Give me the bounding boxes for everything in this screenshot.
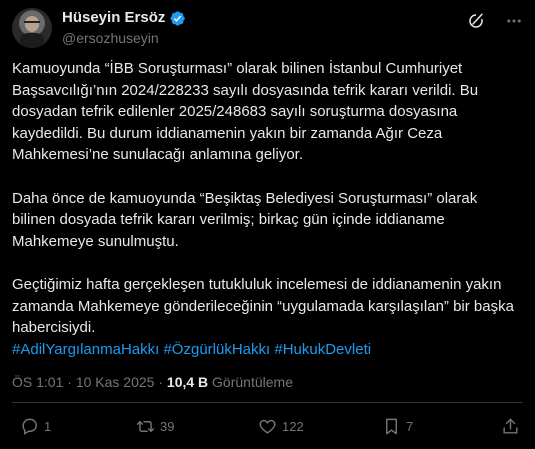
meta-separator: · — [158, 374, 164, 390]
repost-button[interactable]: 39 — [136, 417, 174, 436]
hashtag-list: #AdilYargılanmaHakkı #ÖzgürlükHakkı #Huk… — [12, 339, 523, 361]
post-header: Hüseyin Ersöz @ersozhuseyin — [12, 6, 523, 52]
verified-badge-icon — [169, 10, 186, 27]
hashtag-link[interactable]: #HukukDevleti — [274, 341, 371, 358]
share-icon — [501, 417, 520, 436]
post-paragraph: Daha önce de kamuoyunda “Beşiktaş Beledi… — [12, 189, 478, 250]
more-icon[interactable] — [505, 12, 523, 30]
reply-icon — [20, 417, 39, 436]
post-date[interactable]: 10 Kas 2025 — [76, 374, 155, 390]
bookmark-button[interactable]: 7 — [382, 417, 413, 436]
avatar[interactable] — [12, 8, 52, 48]
like-count: 122 — [282, 419, 304, 434]
action-bar: 1 39 122 7 — [12, 412, 523, 444]
author-display-name[interactable]: Hüseyin Ersöz — [62, 9, 165, 27]
bookmark-count: 7 — [406, 419, 414, 434]
meta-separator: · — [67, 374, 72, 390]
grok-icon[interactable] — [467, 12, 485, 30]
share-button[interactable] — [501, 417, 520, 436]
reply-count: 1 — [44, 419, 52, 434]
author-names: Hüseyin Ersöz @ersozhuseyin — [62, 9, 186, 47]
bookmark-icon — [382, 417, 401, 436]
hashtag-link[interactable]: #AdilYargılanmaHakkı — [12, 341, 159, 358]
like-button[interactable]: 122 — [258, 417, 304, 436]
post-paragraph: Geçtiğimiz hafta gerçekleşen tutukluluk … — [12, 275, 514, 337]
divider — [12, 402, 523, 403]
heart-icon — [258, 417, 277, 436]
post-text: Kamuoyunda “İBB Soruşturması” olarak bil… — [12, 58, 523, 360]
post-time[interactable]: ÖS 1:01 — [12, 374, 63, 390]
author-handle[interactable]: @ersozhuseyin — [62, 29, 186, 47]
post-meta: ÖS 1:01 · 10 Kas 2025 · 10,4 B Görüntüle… — [12, 373, 293, 391]
hashtag-link[interactable]: #ÖzgürlükHakkı — [163, 341, 270, 358]
post-paragraph: Kamuoyunda “İBB Soruşturması” olarak bil… — [12, 60, 479, 164]
repost-icon — [136, 417, 155, 436]
reply-button[interactable]: 1 — [20, 417, 51, 436]
views-count: 10,4 B — [166, 374, 209, 390]
views-label: Görüntüleme — [212, 374, 293, 390]
repost-count: 39 — [160, 419, 175, 434]
